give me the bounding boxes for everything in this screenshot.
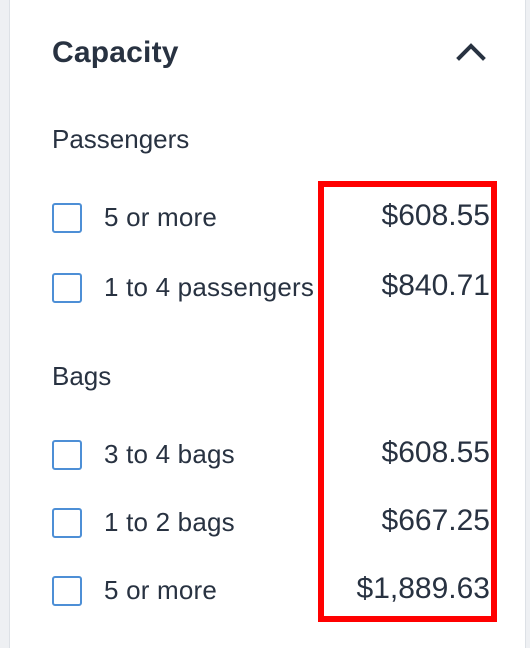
option-label: 5 or more — [104, 202, 218, 232]
checkbox[interactable] — [52, 440, 82, 470]
checkbox[interactable] — [52, 508, 82, 538]
option-row-passengers-1-to-4[interactable]: 1 to 4 passengers $840.71 — [50, 269, 490, 313]
chevron-up-icon[interactable] — [453, 38, 489, 64]
panel-left-border — [0, 0, 10, 648]
option-label: 1 to 4 passengers — [104, 272, 315, 302]
option-row-passengers-5-or-more[interactable]: 5 or more $608.55 — [50, 199, 490, 243]
option-label: 5 or more — [104, 575, 218, 605]
option-row-bags-1-to-2[interactable]: 1 to 2 bags $667.25 — [50, 504, 490, 548]
panel-right-border — [525, 0, 530, 648]
option-row-bags-5-or-more[interactable]: 5 or more $1,889.63 — [50, 572, 490, 616]
option-label: 3 to 4 bags — [104, 439, 235, 469]
section-title: Capacity — [52, 36, 179, 69]
checkbox[interactable] — [52, 203, 82, 233]
capacity-filter-panel: Capacity Passengers 5 or more $608.55 1 … — [10, 0, 525, 648]
option-price: $667.25 — [379, 504, 490, 538]
option-price: $1,889.63 — [354, 572, 490, 606]
option-price: $608.55 — [379, 199, 490, 233]
option-price: $608.55 — [379, 436, 490, 470]
option-label: 1 to 2 bags — [104, 507, 235, 537]
group-title-bags: Bags — [52, 361, 112, 391]
option-row-bags-3-to-4[interactable]: 3 to 4 bags $608.55 — [50, 436, 490, 480]
checkbox[interactable] — [52, 576, 82, 606]
group-title-passengers: Passengers — [52, 124, 190, 154]
capacity-section-header[interactable]: Capacity — [10, 22, 525, 82]
option-price: $840.71 — [379, 269, 490, 303]
checkbox[interactable] — [52, 273, 82, 303]
